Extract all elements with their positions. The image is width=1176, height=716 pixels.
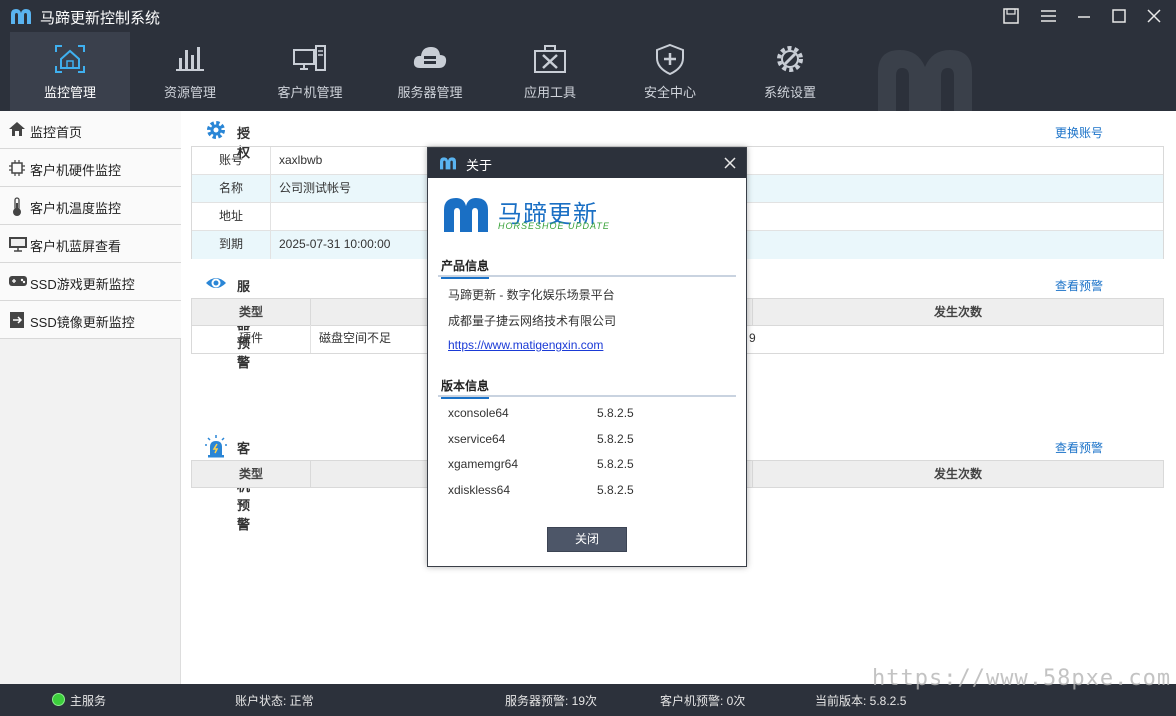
nav-tools[interactable]: 应用工具	[490, 32, 610, 111]
component-name: xservice64	[448, 432, 506, 446]
current-version: 当前版本: 5.8.2.5	[815, 694, 907, 708]
sidebar-item-label: 客户机硬件监控	[30, 163, 122, 178]
alarm-light-icon	[205, 435, 227, 458]
title-bar: 马蹄更新控制系统	[0, 0, 1176, 32]
dialog-title: 关于	[466, 158, 493, 173]
nav-label: 客户机管理	[277, 85, 343, 100]
component-version: 5.8.2.5	[597, 483, 634, 497]
sidebar-item-ssd-game[interactable]: SSD游戏更新监控	[0, 263, 181, 301]
main-service-label: 主服务	[70, 694, 107, 708]
view-client-alerts-link[interactable]: 查看预警	[1055, 439, 1103, 456]
row-label: 到期	[192, 231, 271, 259]
row-label: 地址	[192, 203, 271, 231]
section-heading: 版本信息	[441, 377, 490, 399]
component-name: xconsole64	[448, 406, 509, 420]
sidebar-item-label: 客户机蓝屏查看	[30, 239, 122, 254]
component-name: xdiskless64	[448, 483, 511, 497]
nav-label: 服务器管理	[397, 85, 463, 100]
component-version: 5.8.2.5	[597, 457, 634, 471]
sidebar-item-label: 监控首页	[30, 125, 83, 140]
nav-monitor[interactable]: 监控管理	[10, 32, 130, 111]
home-monitor-icon	[55, 45, 85, 73]
nav-label: 系统设置	[763, 85, 816, 100]
save-icon[interactable]	[1000, 5, 1022, 27]
sidebar-item-bluescreen[interactable]: 客户机蓝屏查看	[0, 225, 181, 263]
nav-settings[interactable]: 系统设置	[730, 32, 850, 111]
maximize-icon[interactable]	[1108, 5, 1130, 27]
row-label: 账号	[192, 147, 271, 175]
nav-label: 监控管理	[43, 85, 96, 100]
sidebar: 监控首页 客户机硬件监控 客户机温度监控 客户机蓝屏查看 SSD游戏更新监控 S…	[0, 111, 181, 684]
version-info-heading: 版本信息	[438, 375, 736, 399]
gamepad-icon	[9, 276, 27, 286]
thermometer-icon	[13, 197, 21, 216]
company-line: 成都量子捷云网络技术有限公司	[448, 314, 617, 328]
nav-security[interactable]: 安全中心	[610, 32, 730, 111]
nav-label: 安全中心	[643, 85, 696, 100]
row-label: 名称	[192, 175, 271, 203]
close-button[interactable]: 关闭	[547, 527, 627, 552]
brand-name-en: HORSESHOE UPDATE	[498, 221, 610, 231]
nav-servers[interactable]: 服务器管理	[370, 32, 490, 111]
sidebar-item-label: SSD游戏更新监控	[30, 277, 135, 292]
main-nav: 监控管理 资源管理 客户机管理 服务器管理 应用工具 安全中心 系统设置	[0, 32, 1176, 111]
product-info-heading: 产品信息	[438, 255, 736, 279]
column-header: 类型	[192, 461, 311, 488]
monitor-icon	[9, 237, 27, 252]
change-account-link[interactable]: 更换账号	[1055, 124, 1103, 141]
component-version: 5.8.2.5	[597, 406, 634, 420]
section-heading: 产品信息	[441, 257, 490, 279]
eye-icon	[206, 278, 226, 288]
menu-icon[interactable]	[1038, 5, 1060, 27]
column-header: 发生次数	[933, 305, 982, 319]
alert-count: 9	[749, 331, 756, 345]
app-logo-icon	[11, 9, 31, 24]
sidebar-item-temperature[interactable]: 客户机温度监控	[0, 187, 181, 225]
nav-label: 应用工具	[523, 85, 576, 100]
toolbox-icon	[534, 45, 566, 73]
brand-logo-icon	[444, 198, 488, 232]
gear-wrench-icon	[777, 46, 803, 72]
dialog-close-icon[interactable]	[722, 155, 738, 171]
sidebar-item-label: 客户机温度监控	[30, 201, 122, 216]
sidebar-item-ssd-mirror[interactable]: SSD镜像更新监控	[0, 301, 181, 339]
shield-plus-icon	[656, 43, 684, 76]
server-alert-count: 服务器预警: 19次	[505, 694, 598, 708]
nav-resources[interactable]: 资源管理	[130, 32, 250, 111]
component-version: 5.8.2.5	[597, 432, 634, 446]
about-dialog: 关于 马蹄更新 HORSESHOE UPDATE 产品信息 马蹄更新 - 数字化…	[427, 147, 747, 567]
sidebar-item-label: SSD镜像更新监控	[30, 315, 135, 330]
house-icon	[9, 122, 25, 136]
close-icon[interactable]	[1143, 5, 1165, 27]
background-logo-icon	[878, 50, 972, 111]
dialog-header: 关于	[428, 148, 746, 178]
website-link[interactable]: https://www.matigengxin.com	[448, 338, 603, 352]
sidebar-item-monitor-home[interactable]: 监控首页	[0, 111, 181, 149]
view-server-alerts-link[interactable]: 查看预警	[1055, 277, 1103, 294]
gear-icon	[207, 121, 225, 139]
alert-type: 硬件	[192, 325, 311, 353]
mirror-update-icon	[10, 312, 24, 328]
column-header: 类型	[192, 299, 311, 326]
account-status: 账户状态: 正常	[235, 694, 314, 708]
app-logo-icon	[440, 157, 456, 170]
nav-clients[interactable]: 客户机管理	[250, 32, 370, 111]
cloud-server-icon	[413, 47, 447, 68]
column-header: 发生次数	[933, 467, 982, 481]
client-alert-count: 客户机预警: 0次	[660, 694, 746, 708]
product-line: 马蹄更新 - 数字化娱乐场景平台	[448, 288, 615, 302]
nav-label: 资源管理	[163, 85, 216, 100]
minimize-icon[interactable]	[1073, 5, 1095, 27]
computers-icon	[293, 45, 326, 71]
service-status-dot	[52, 693, 65, 706]
app-title: 马蹄更新控制系统	[40, 10, 161, 27]
bar-chart-icon	[176, 47, 204, 71]
site-watermark: https://www.58pxe.com	[872, 666, 1172, 691]
sidebar-item-hardware[interactable]: 客户机硬件监控	[0, 149, 181, 187]
component-name: xgamemgr64	[448, 457, 519, 471]
cpu-chip-icon	[9, 160, 25, 176]
